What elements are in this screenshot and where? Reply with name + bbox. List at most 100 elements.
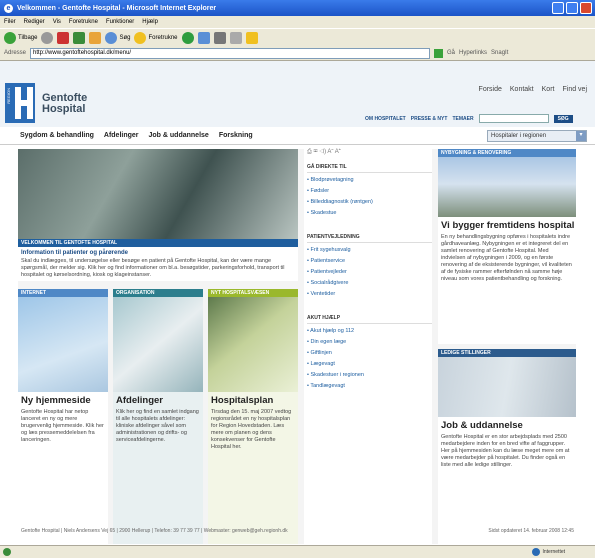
nav-item-forskning[interactable]: Forskning <box>219 132 253 139</box>
patient-image[interactable] <box>113 297 203 392</box>
building-image[interactable] <box>438 157 576 217</box>
jobs-title[interactable]: Job & uddannelse <box>441 420 575 431</box>
footer-text: Gentofte Hospital | Niels Andersens Vej … <box>21 528 288 534</box>
logo-text[interactable]: Gentofte Hospital <box>42 93 87 115</box>
quick-link[interactable]: Socialrådgivere <box>307 280 432 286</box>
region-hospitals-select[interactable]: Hospitaler i regionen ▾ <box>487 130 587 142</box>
window-title: Velkommen - Gentofte Hospital - Microsof… <box>17 4 217 12</box>
www-image[interactable] <box>18 297 108 392</box>
box-title[interactable]: Hospitalsplan <box>211 395 297 406</box>
quick-link[interactable]: Din egen læge <box>307 339 432 345</box>
link-presse-nyt[interactable]: PRESSE & NYT <box>411 116 448 122</box>
hero-text[interactable]: Information til patienter og pårørende S… <box>18 247 298 281</box>
menu-item[interactable]: Vis <box>53 19 61 25</box>
menu-item[interactable]: Rediger <box>24 19 45 25</box>
links-button[interactable]: Hyperlinks <box>459 50 487 56</box>
quick-link[interactable]: Billeddiagnostik (røntgen) <box>307 199 432 205</box>
news-title[interactable]: Vi bygger fremtidens hospital <box>441 220 575 231</box>
menu-bar: Filer Rediger Vis Foretrukne Funktioner … <box>0 16 595 28</box>
hospitalsvaesen-box[interactable]: NYT HOSPITALSVÆSEN Hospitalsplan Tirsdag… <box>208 289 298 544</box>
mail-icon[interactable] <box>197 31 210 44</box>
nav-item-job[interactable]: Job & uddannelse <box>149 132 209 139</box>
top-link-kontakt[interactable]: Kontakt <box>510 86 534 93</box>
globe-icon <box>532 548 541 556</box>
hospital-logo[interactable]: REGION <box>5 83 35 123</box>
forward-arrow-icon[interactable] <box>41 31 54 44</box>
window-controls <box>552 2 592 14</box>
hospital-plan-image[interactable] <box>208 297 298 392</box>
site-search-input[interactable] <box>478 114 549 123</box>
quick-link[interactable]: Lægevagt <box>307 361 432 367</box>
box-label: NYT HOSPITALSVÆSEN <box>208 289 298 297</box>
staff-image[interactable] <box>438 357 576 417</box>
page-tools[interactable]: ⎙ ✉ ◁) A⁻ A⁺ <box>304 149 432 158</box>
maximize-button[interactable] <box>566 2 578 14</box>
address-input[interactable]: http://www.gentoftehospital.dk/menu/ <box>30 47 431 59</box>
chevron-down-icon: ▾ <box>576 131 586 141</box>
favorites-button[interactable]: Foretrukne <box>134 31 178 44</box>
site-footer: Gentofte Hospital | Niels Andersens Vej … <box>18 524 576 538</box>
refresh-icon[interactable] <box>73 31 86 44</box>
quick-section: PATIENTVEJLEDNING Frit sygehusvalg Patie… <box>304 234 432 297</box>
link-temaer[interactable]: TEMAER <box>452 116 473 122</box>
menu-item[interactable]: Funktioner <box>106 19 134 25</box>
quick-link[interactable]: Skadestuer i regionen <box>307 372 432 378</box>
site-header: REGION Gentofte Hospital Forside Kontakt… <box>0 61 595 127</box>
quick-link[interactable]: Tandlægevagt <box>307 383 432 389</box>
history-icon[interactable] <box>181 31 194 44</box>
top-link-kort[interactable]: Kort <box>542 86 555 93</box>
top-link-forside[interactable]: Forside <box>479 86 502 93</box>
quick-link[interactable]: Akut hjælp og 112 <box>307 328 432 334</box>
top-link-find-vej[interactable]: Find vej <box>562 86 587 93</box>
site-search-button[interactable]: SØG <box>553 114 573 123</box>
quick-links: ⎙ ✉ ◁) A⁻ A⁺ GÅ DIREKTE TIL Blodprøvetag… <box>304 149 432 544</box>
page-icon <box>3 548 11 556</box>
quick-section: GÅ DIREKTE TIL Blodprøvetagning Fødsler … <box>304 164 432 216</box>
header-links: OM HOSPITALET PRESSE & NYT TEMAER SØG <box>365 114 573 123</box>
quick-link[interactable]: Frit sygehusvalg <box>307 247 432 253</box>
go-icon[interactable] <box>434 48 444 58</box>
print-icon[interactable] <box>213 31 226 44</box>
home-icon[interactable] <box>89 31 102 44</box>
star-icon <box>134 31 147 44</box>
link-om-hospitalet[interactable]: OM HOSPITALET <box>365 116 406 122</box>
box-text: Gentofte Hospital har netop lanceret en … <box>21 409 104 443</box>
quick-link[interactable]: Ventetider <box>307 291 432 297</box>
hero-title[interactable]: Information til patienter og pårørende <box>21 250 295 256</box>
content-area: VELKOMMEN TIL GENTOFTE HOSPITAL Informat… <box>18 149 576 544</box>
top-links: Forside Kontakt Kort Find vej <box>479 86 587 93</box>
close-button[interactable] <box>580 2 592 14</box>
snagit-button[interactable]: SnagIt <box>491 50 508 56</box>
news-body: En ny behandlingsbygning opføres i hospi… <box>441 234 572 282</box>
menu-item[interactable]: Hjælp <box>142 19 158 25</box>
browser-toolbar: Tilbage Søg Foretrukne <box>0 28 595 46</box>
hero-image[interactable] <box>18 149 298 239</box>
news-label: NYBYGNING & RENOVERING <box>438 149 576 157</box>
quick-link[interactable]: Skadestue <box>307 210 432 216</box>
nav-item-sygdom[interactable]: Sygdom & behandling <box>20 132 94 139</box>
menu-item[interactable]: Foretrukne <box>69 19 98 25</box>
quick-link[interactable]: Patientservice <box>307 258 432 264</box>
jobs-panel: LEDIGE STILLINGER Job & uddannelse Gento… <box>438 349 576 544</box>
minimize-button[interactable] <box>552 2 564 14</box>
back-button[interactable]: Tilbage <box>4 31 37 44</box>
search-button[interactable]: Søg <box>105 31 130 44</box>
menu-item[interactable]: Filer <box>4 19 16 25</box>
quick-link[interactable]: Patientvejleder <box>307 269 432 275</box>
box-title[interactable]: Afdelinger <box>116 395 202 406</box>
box-title[interactable]: Ny hjemmeside <box>21 395 107 406</box>
edit-icon[interactable] <box>229 31 242 44</box>
quick-section: AKUT HJÆLP Akut hjælp og 112 Din egen læ… <box>304 315 432 389</box>
jobs-label: LEDIGE STILLINGER <box>438 349 576 357</box>
address-bar: Adresse http://www.gentoftehospital.dk/m… <box>0 46 595 61</box>
folder-icon[interactable] <box>245 31 258 44</box>
quick-link[interactable]: Fødsler <box>307 188 432 194</box>
quick-link[interactable]: Giftlinjen <box>307 350 432 356</box>
stop-icon[interactable] <box>57 31 70 44</box>
organisation-box[interactable]: ORGANISATION Afdelinger Klik her og find… <box>113 289 203 544</box>
go-button[interactable]: Gå <box>447 50 455 56</box>
internet-box[interactable]: INTERNET Ny hjemmeside Gentofte Hospital… <box>18 289 108 544</box>
quick-link[interactable]: Blodprøvetagning <box>307 177 432 183</box>
web-page: REGION Gentofte Hospital Forside Kontakt… <box>0 61 595 545</box>
nav-item-afdelinger[interactable]: Afdelinger <box>104 132 139 139</box>
